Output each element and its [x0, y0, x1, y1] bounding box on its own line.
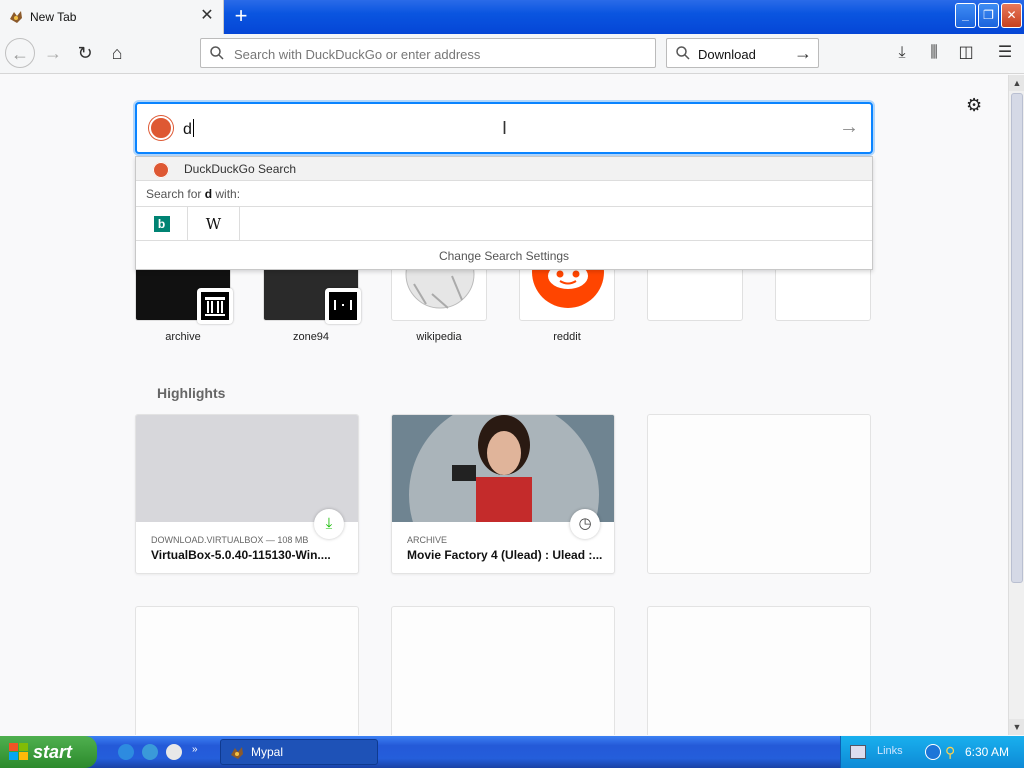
scroll-up-arrow-icon[interactable]: ▲: [1009, 75, 1024, 91]
search-icon[interactable]: ⚲: [945, 744, 961, 760]
keyboard-icon[interactable]: [850, 745, 866, 759]
mypal-favicon-icon: [231, 747, 243, 759]
home-button[interactable]: ⌂: [102, 38, 132, 68]
suggestion-row-duckduckgo[interactable]: DuckDuckGo Search: [136, 157, 872, 181]
highlight-placeholder: [135, 606, 359, 735]
quicklaunch-expand-icon[interactable]: »: [192, 744, 202, 760]
url-bar-placeholder: Search with DuckDuckGo or enter address: [234, 47, 481, 62]
tray-chevron-icon[interactable]: [925, 744, 941, 760]
windows-logo-icon: [9, 743, 28, 760]
show-desktop-icon[interactable]: [142, 744, 158, 760]
system-tray: Links ⚲ 6:30 AM: [840, 736, 1024, 768]
topsite-label: wikipedia: [416, 331, 462, 343]
duckduckgo-logo-icon: [153, 162, 169, 178]
scroll-down-arrow-icon[interactable]: ▼: [1009, 719, 1024, 735]
close-window-button[interactable]: ✕: [1001, 3, 1022, 28]
search-for-header: Search for d with:: [136, 181, 872, 207]
duckduckgo-logo-icon: [149, 116, 173, 140]
highlight-title: VirtualBox-5.0.40-115130-Win....: [151, 548, 331, 562]
bing-icon: b: [153, 216, 170, 232]
minimize-button[interactable]: _: [955, 3, 976, 28]
newtab-search-value: d: [183, 119, 194, 138]
highlight-thumbnail: [136, 415, 358, 522]
highlight-placeholder: [647, 606, 871, 735]
search-icon: [210, 46, 224, 60]
taskbar-item-mypal[interactable]: Mypal: [220, 739, 378, 765]
scroll-thumb[interactable]: [1011, 93, 1023, 583]
menu-icon[interactable]: ☰: [992, 40, 1018, 66]
suggestion-engine-label: DuckDuckGo Search: [184, 162, 297, 176]
zone94-logo-icon: [325, 288, 361, 324]
highlight-context: DOWNLOAD.VIRTUALBOX — 108 MB: [151, 535, 309, 545]
highlight-placeholder: [391, 606, 615, 735]
restore-button[interactable]: ❐: [978, 3, 999, 28]
media-player-icon[interactable]: [166, 744, 182, 760]
search-icon: [676, 46, 690, 60]
topsite-label: reddit: [553, 331, 581, 343]
internet-explorer-icon[interactable]: [118, 744, 134, 760]
highlights-heading: Highlights: [157, 385, 226, 401]
search-go-arrow-icon[interactable]: →: [794, 43, 812, 64]
search-for-prefix: Search for: [146, 187, 205, 201]
one-off-engines: b W: [136, 207, 872, 241]
download-icon: ⤓: [314, 509, 344, 539]
topsite-tile-reddit[interactable]: [519, 263, 615, 321]
newtab-search-input[interactable]: d I →: [135, 102, 873, 154]
topsite-tile-empty: [775, 263, 871, 321]
highlight-title: Movie Factory 4 (Ulead) : Ulead :...: [407, 548, 603, 562]
new-tab-button[interactable]: +: [228, 4, 254, 30]
search-for-suffix: with:: [212, 187, 241, 201]
history-clock-icon: ◷: [570, 509, 600, 539]
topsite-label: archive: [165, 331, 201, 343]
highlight-card[interactable]: ◷ ARCHIVE Movie Factory 4 (Ulead) : Ulea…: [391, 414, 615, 574]
disc-image: [392, 415, 614, 573]
engine-button-bing[interactable]: b: [136, 207, 188, 241]
taskbar: start » Mypal Links ⚲ 6:30 AM: [0, 736, 1024, 768]
reddit-logo-icon: [532, 264, 604, 308]
change-search-settings-button[interactable]: Change Search Settings: [136, 242, 872, 270]
url-bar[interactable]: Search with DuckDuckGo or enter address: [200, 38, 656, 68]
wikipedia-icon: W: [205, 215, 222, 233]
clock: 6:30 AM: [965, 745, 1010, 759]
navigation-toolbar: ← → ↻ ⌂ Search with DuckDuckGo or enter …: [0, 34, 1024, 74]
search-submit-arrow-icon[interactable]: →: [839, 116, 859, 139]
tab-title: New Tab: [30, 10, 77, 24]
archive-logo-icon: [197, 288, 233, 324]
highlight-context: ARCHIVE: [407, 535, 448, 545]
search-for-term: d: [204, 187, 213, 201]
taskbar-item-label: Mypal: [251, 745, 284, 759]
library-icon[interactable]: ⫼: [921, 40, 947, 66]
newtab-content: ⚙ archive zone94 wikipedia reddit Highli…: [0, 75, 1008, 735]
search-bar[interactable]: Download →: [666, 38, 819, 68]
mypal-favicon-icon: [10, 11, 22, 23]
highlight-card[interactable]: ⤓ DOWNLOAD.VIRTUALBOX — 108 MB VirtualBo…: [135, 414, 359, 574]
topsite-label: zone94: [292, 331, 330, 343]
forward-button[interactable]: →: [38, 38, 68, 68]
search-bar-value: Download: [698, 47, 756, 62]
highlight-placeholder: [647, 414, 871, 574]
vertical-scrollbar[interactable]: ▲ ▼: [1008, 75, 1024, 735]
start-button[interactable]: start: [0, 736, 97, 768]
engine-button-wikipedia[interactable]: W: [188, 207, 240, 241]
title-bar: New Tab ✕ + _ ❐ ✕: [0, 0, 1024, 34]
reload-button[interactable]: ↻: [70, 38, 100, 68]
gear-icon[interactable]: ⚙: [966, 95, 982, 116]
topsite-tile-wikipedia[interactable]: [391, 263, 487, 321]
text-cursor-icon: I: [502, 118, 508, 138]
close-tab-icon[interactable]: ✕: [198, 7, 216, 25]
downloads-icon[interactable]: ⤓: [889, 40, 915, 66]
links-toolbar[interactable]: Links: [877, 745, 903, 757]
sidebar-icon[interactable]: ◫: [953, 40, 979, 66]
highlight-thumbnail: [392, 415, 614, 573]
tab-new-tab[interactable]: New Tab ✕: [0, 0, 224, 34]
search-suggestions-dropdown: DuckDuckGo Search Search for d with: b W…: [135, 156, 873, 270]
wikipedia-globe-icon: [405, 264, 475, 309]
topsite-tile-empty: [647, 263, 743, 321]
back-button[interactable]: ←: [5, 38, 35, 68]
start-label: start: [33, 742, 73, 762]
